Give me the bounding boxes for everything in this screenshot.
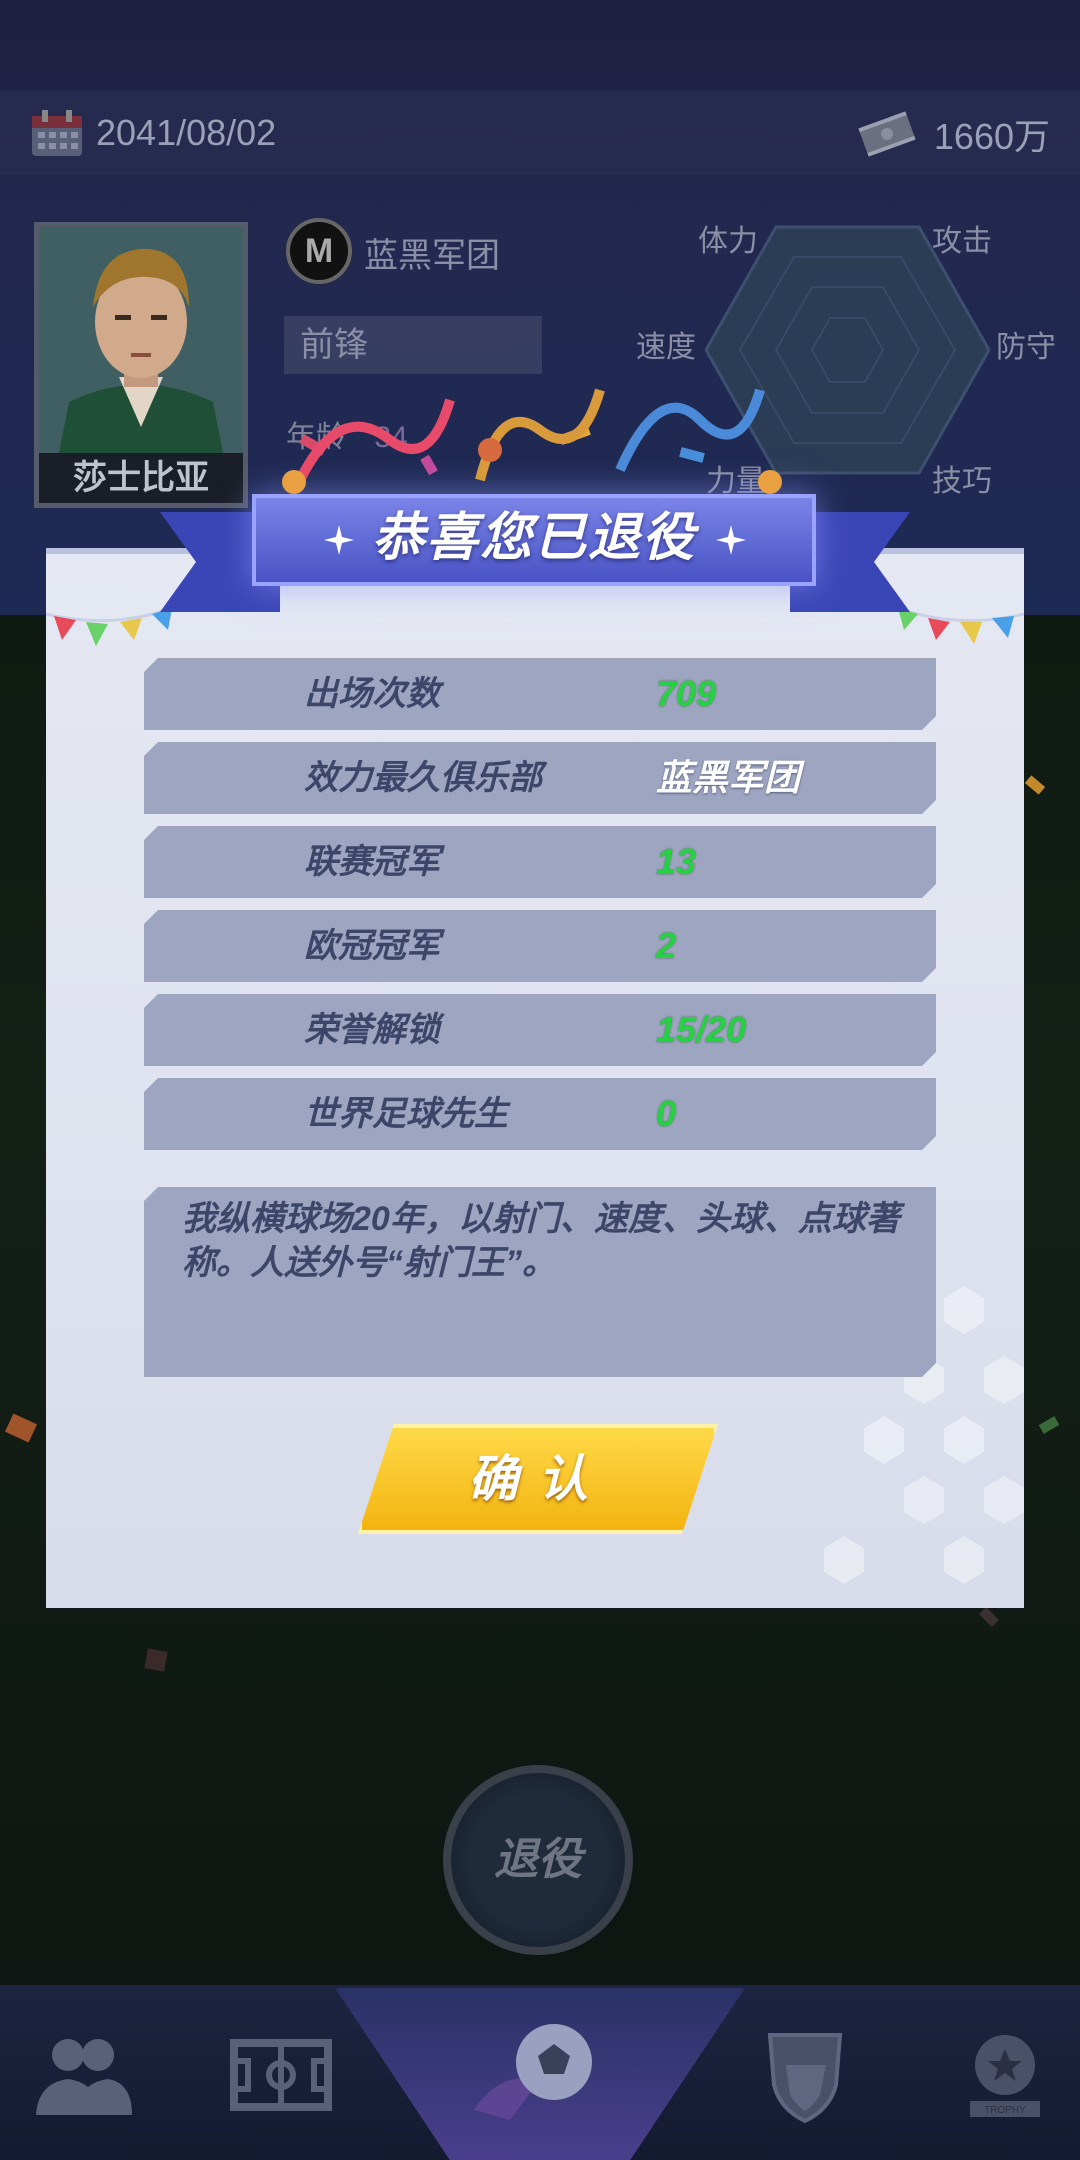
club-badge-icon[interactable] [750,2025,860,2125]
stat-label: 世界足球先生 [304,1095,508,1133]
stat-label: 出场次数 [304,675,440,713]
career-description: 我纵横球场20年，以射门、速度、头球、点球著称。人送外号“射门王”。 [182,1200,900,1282]
player-portrait-card[interactable]: 莎士比亚 [34,222,248,508]
stat-value: 709 [656,673,717,714]
money-icon [858,111,916,157]
player-name: 莎士比亚 [39,453,243,503]
retirement-dialog: 出场次数 709 效力最久俱乐部 蓝黑军团 联赛冠军 13 欧冠冠军 2 荣誉解… [46,548,1024,1608]
stat-value: 0 [656,1093,677,1134]
attr-defense: 防守 [996,331,1056,364]
stat-row-world-player: 世界足球先生 0 [144,1078,936,1150]
stat-value: 2 [656,925,677,966]
stat-row-longest-club: 效力最久俱乐部 蓝黑军团 [144,742,936,814]
club-name: 蓝黑军团 [364,237,500,275]
dialog-title: 恭喜您已退役 [371,509,696,567]
trophy-icon-text: TROPHY [984,2105,1026,2116]
stat-value: 15/20 [656,1009,747,1050]
stat-label: 欧冠冠军 [304,927,440,965]
retire-button-label: 退役 [494,1835,582,1884]
stat-label: 荣誉解锁 [304,1011,440,1049]
stat-value: 13 [656,841,697,882]
club-logo-letter: M [304,232,334,270]
celebration-streamers [282,388,782,494]
career-description-box: 我纵横球场20年，以射门、速度、头球、点球著称。人送外号“射门王”。 [144,1187,936,1377]
retire-button[interactable]: 退役 [443,1765,633,1955]
football-icon[interactable] [470,2010,610,2130]
confetti [144,1648,168,1672]
confirm-button-label[interactable]: 确认 [358,1424,718,1534]
club-logo: M [286,218,352,284]
stat-value: 蓝黑军团 [656,757,801,798]
trophy-icon[interactable]: TROPHY [950,2025,1060,2125]
calendar-icon [32,110,82,156]
pitch-icon[interactable] [226,2025,336,2125]
money-display: 1660万 [856,108,1050,160]
stat-row-appearances: 出场次数 709 [144,658,936,730]
team-icon[interactable] [28,2025,138,2125]
stat-label: 联赛冠军 [304,843,440,881]
stat-label: 效力最久俱乐部 [304,759,542,797]
player-portrait [39,227,243,453]
stat-row-league-titles: 联赛冠军 13 [144,826,936,898]
money-text: 1660万 [933,116,1050,157]
date-text: 2041/08/02 [96,112,277,153]
date-display: 2041/08/02 [30,108,276,158]
stat-row-honors-unlocked: 荣誉解锁 15/20 [144,994,936,1066]
stat-row-champions-league: 欧冠冠军 2 [144,910,936,982]
